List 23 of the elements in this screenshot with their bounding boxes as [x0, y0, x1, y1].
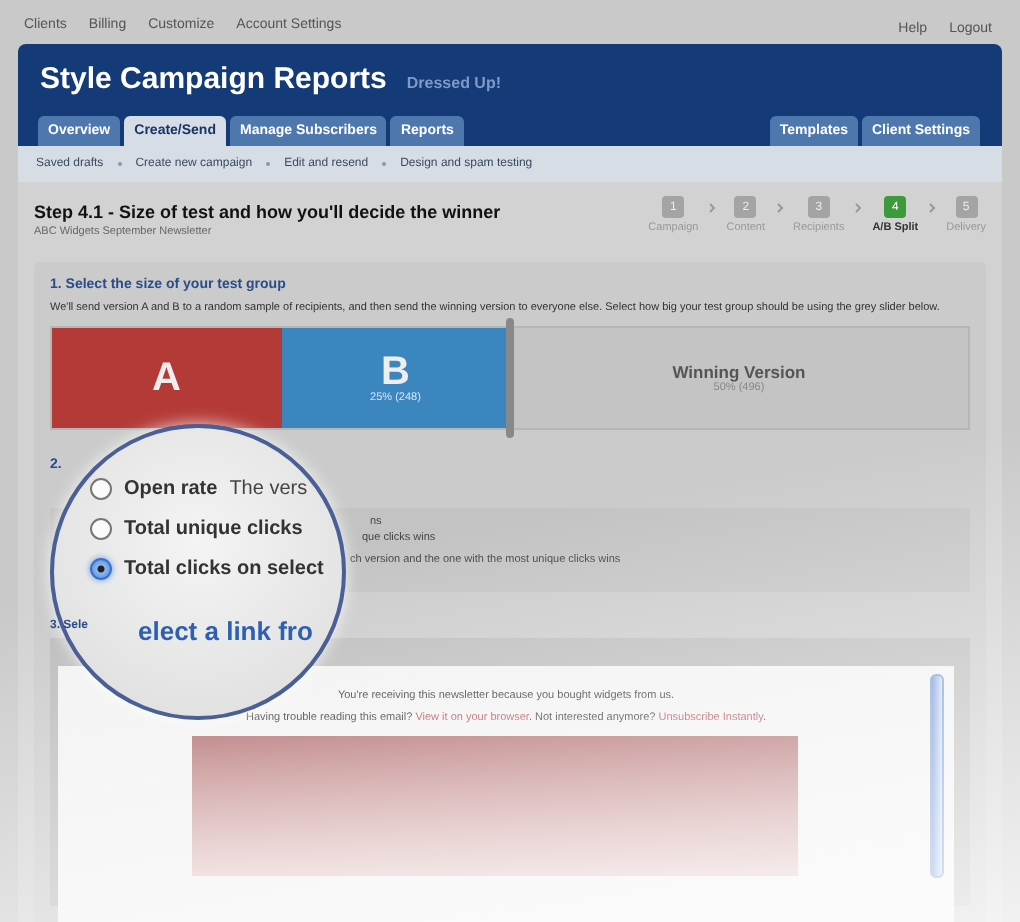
section-heading: elect a link fro: [138, 616, 315, 646]
app-title: Style Campaign Reports: [40, 62, 387, 96]
radio-label: Total clicks on select: [124, 558, 324, 580]
chevron-icon: [708, 202, 717, 214]
chevron-icon: [854, 202, 863, 214]
radio-button[interactable]: [90, 558, 112, 580]
separator-dot: [266, 162, 271, 166]
radio-button[interactable]: [90, 478, 112, 500]
radio-button[interactable]: [90, 518, 112, 540]
app-subtitle: Dressed Up!: [406, 74, 501, 92]
radio-label: Open rate: [124, 478, 218, 500]
chevron-icon: [928, 202, 937, 214]
separator-dot: [117, 162, 122, 166]
step-title: Step 4.1 - Size of test and how you'll decide the winner: [34, 202, 501, 222]
slider-handle[interactable]: [506, 318, 514, 439]
separator-dot: [382, 162, 387, 166]
radio-label: Total unique clicks: [124, 518, 303, 540]
chevron-icon: [775, 202, 784, 214]
version-label: B: [381, 352, 410, 393]
winning-label: Winning Version: [672, 362, 806, 383]
scrollbar[interactable]: [930, 674, 944, 879]
option-description: The vers: [229, 478, 308, 500]
version-label: A: [152, 358, 181, 399]
